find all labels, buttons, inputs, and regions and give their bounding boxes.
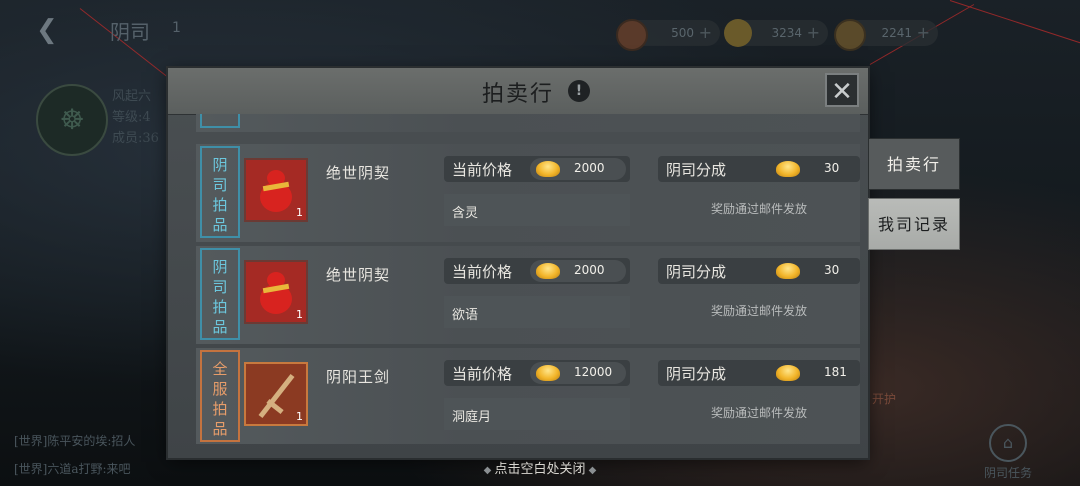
modal-header: 拍卖行 ! ✕ xyxy=(168,68,868,115)
guild-info-name: 风起六 xyxy=(112,89,152,104)
auction-modal: 拍卖行 ! ✕ 阴 司 拍 品 1 绝世阴契 当前价格 2000 含灵 阴司分成… xyxy=(168,68,868,458)
modal-title: 拍卖行 xyxy=(481,82,554,107)
item-tag: 全 服 拍 品 xyxy=(200,350,240,442)
list-item xyxy=(196,114,860,132)
gold-ingot-icon xyxy=(536,263,560,279)
top-bar: ❮ 阴司 1 500 + 3234 + 2241 + xyxy=(0,0,1080,60)
auction-list[interactable]: 阴 司 拍 品 1 绝世阴契 当前价格 2000 含灵 阴司分成 30 奖励通过… xyxy=(196,114,860,444)
price-label: 当前价格 xyxy=(452,365,513,383)
item-quantity: 1 xyxy=(296,308,303,321)
guild-share: 阴司分成 30 xyxy=(658,156,860,182)
item-name: 绝世阴契 xyxy=(326,164,391,182)
info-icon[interactable]: ! xyxy=(568,80,590,102)
gold-ingot-icon xyxy=(724,19,752,47)
guild-share: 阴司分成 181 xyxy=(658,360,860,386)
bidder-name: 欲语 xyxy=(452,308,479,323)
list-item: 阴 司 拍 品 1 绝世阴契 当前价格 2000 欲语 阴司分成 30 奖励通过… xyxy=(196,246,860,344)
gold-ingot-icon xyxy=(536,365,560,381)
gold-ingot-icon xyxy=(776,365,800,381)
guild-title: 阴司 xyxy=(110,20,150,44)
item-quantity: 1 xyxy=(296,206,303,219)
item-slot[interactable]: 1 xyxy=(244,362,308,426)
guild-share: 阴司分成 30 xyxy=(658,258,860,284)
price-value: 2000 xyxy=(574,263,605,277)
bidder-box: 含灵 xyxy=(444,194,630,226)
plus-icon[interactable]: + xyxy=(917,20,930,46)
item-tag xyxy=(200,114,240,128)
list-item: 全 服 拍 品 1 阴阳王剑 当前价格 12000 洞庭月 阴司分成 181 奖… xyxy=(196,348,860,444)
diamond-icon: ◆ xyxy=(483,465,495,476)
back-arrow-icon[interactable]: ❮ xyxy=(36,14,82,46)
chat-line: [世界]陈平安的埃:招人 xyxy=(14,434,136,448)
camera-icon: ⌂ xyxy=(989,424,1027,462)
price-label: 当前价格 xyxy=(452,161,513,179)
guild-count: 1 xyxy=(172,20,181,36)
diamond-icon: ◆ xyxy=(585,465,597,476)
resource-value: 500 xyxy=(671,26,694,40)
share-value: 30 xyxy=(824,263,840,277)
guild-emblem-icon: ☸ xyxy=(36,84,108,156)
close-hint[interactable]: ◆ 点击空白处关闭 ◆ xyxy=(0,458,1080,477)
bidder-name: 洞庭月 xyxy=(452,410,492,425)
bidder-name: 含灵 xyxy=(452,206,479,221)
item-tag: 阴 司 拍 品 xyxy=(200,146,240,238)
plus-icon[interactable]: + xyxy=(807,20,820,46)
gold-ingot-icon xyxy=(776,263,800,279)
side-partial-text: 开护 xyxy=(872,392,897,406)
token-icon xyxy=(616,19,648,51)
price-label: 当前价格 xyxy=(452,263,513,281)
price-value: 2000 xyxy=(574,161,605,175)
coin-icon xyxy=(834,19,866,51)
resource-gold[interactable]: 3234 + xyxy=(724,19,828,47)
mail-note: 奖励通过邮件发放 xyxy=(710,202,807,216)
price-value: 12000 xyxy=(574,365,613,379)
share-label: 阴司分成 xyxy=(666,263,727,281)
item-slot[interactable]: 1 xyxy=(244,158,308,222)
share-label: 阴司分成 xyxy=(666,161,727,179)
current-price: 当前价格 12000 xyxy=(444,360,630,386)
tab-my-records[interactable]: 我司记录 xyxy=(868,198,960,250)
share-value: 181 xyxy=(824,365,847,379)
guild-info: 风起六 等级:4 成员:36 xyxy=(112,86,159,149)
resource-value: 3234 xyxy=(771,26,802,40)
current-price: 当前价格 2000 xyxy=(444,258,630,284)
share-value: 30 xyxy=(824,161,840,175)
gold-ingot-icon xyxy=(776,161,800,177)
plus-icon[interactable]: + xyxy=(699,20,712,46)
guild-info-members: 成员:36 xyxy=(112,131,159,146)
bidder-box: 欲语 xyxy=(444,296,630,328)
item-tag: 阴 司 拍 品 xyxy=(200,248,240,340)
mail-note: 奖励通过邮件发放 xyxy=(710,304,807,318)
tab-auction[interactable]: 拍卖行 xyxy=(868,138,960,190)
resource-coin[interactable]: 2241 + xyxy=(834,19,938,51)
current-price: 当前价格 2000 xyxy=(444,156,630,182)
resource-value: 2241 xyxy=(881,26,912,40)
guild-info-level: 等级:4 xyxy=(112,110,151,125)
share-label: 阴司分成 xyxy=(666,365,727,383)
item-name: 阴阳王剑 xyxy=(326,368,391,386)
bidder-box: 洞庭月 xyxy=(444,398,630,430)
gold-ingot-icon xyxy=(536,161,560,177)
list-item: 阴 司 拍 品 1 绝世阴契 当前价格 2000 含灵 阴司分成 30 奖励通过… xyxy=(196,144,860,242)
close-icon[interactable]: ✕ xyxy=(825,73,859,107)
mail-note: 奖励通过邮件发放 xyxy=(710,406,807,420)
item-slot[interactable]: 1 xyxy=(244,260,308,324)
item-name: 绝世阴契 xyxy=(326,266,391,284)
resource-token[interactable]: 500 + xyxy=(616,19,720,51)
item-quantity: 1 xyxy=(296,410,303,423)
